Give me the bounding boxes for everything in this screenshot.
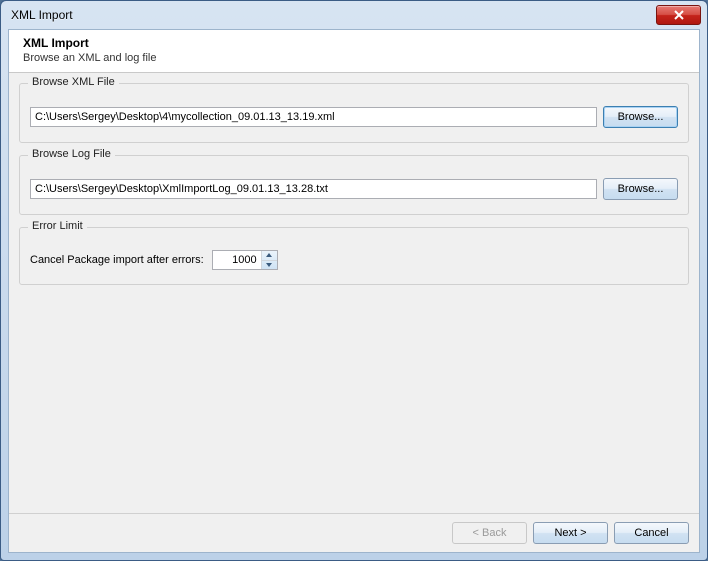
- group-browse-log: Browse Log File Browse...: [19, 155, 689, 215]
- chevron-up-icon: [266, 253, 272, 257]
- browse-log-button[interactable]: Browse...: [603, 178, 678, 200]
- error-limit-label: Cancel Package import after errors:: [30, 254, 204, 266]
- group-error-limit-legend: Error Limit: [28, 220, 87, 232]
- content-area: Browse XML File Browse... Browse Log Fil…: [9, 73, 699, 513]
- group-browse-xml-legend: Browse XML File: [28, 76, 119, 88]
- titlebar[interactable]: XML Import: [1, 1, 707, 29]
- close-icon: [673, 10, 685, 20]
- xml-path-input[interactable]: [30, 107, 597, 127]
- browse-xml-button[interactable]: Browse...: [603, 106, 678, 128]
- back-button: < Back: [452, 522, 527, 544]
- log-path-input[interactable]: [30, 179, 597, 199]
- client-area: XML Import Browse an XML and log file Br…: [8, 29, 700, 553]
- wizard-header: XML Import Browse an XML and log file: [9, 30, 699, 73]
- group-browse-xml: Browse XML File Browse...: [19, 83, 689, 143]
- spinner-up-button[interactable]: [262, 251, 277, 261]
- xml-import-dialog: XML Import XML Import Browse an XML and …: [0, 0, 708, 561]
- page-title: XML Import: [23, 36, 685, 50]
- page-subtitle: Browse an XML and log file: [23, 52, 685, 64]
- group-error-limit: Error Limit Cancel Package import after …: [19, 227, 689, 285]
- spinner-down-button[interactable]: [262, 261, 277, 270]
- error-limit-input[interactable]: [213, 251, 261, 269]
- error-limit-spinner[interactable]: [212, 250, 278, 270]
- group-browse-log-legend: Browse Log File: [28, 148, 115, 160]
- wizard-footer: < Back Next > Cancel: [9, 513, 699, 552]
- cancel-button[interactable]: Cancel: [614, 522, 689, 544]
- spinner-buttons: [261, 251, 277, 269]
- chevron-down-icon: [266, 263, 272, 267]
- window-title: XML Import: [11, 8, 656, 22]
- next-button[interactable]: Next >: [533, 522, 608, 544]
- close-button[interactable]: [656, 5, 701, 25]
